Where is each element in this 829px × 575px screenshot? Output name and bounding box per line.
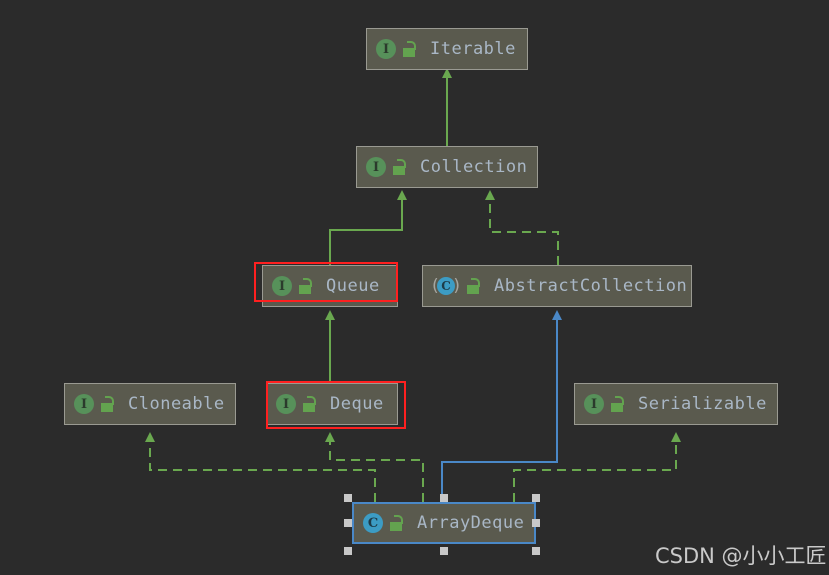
edge-layer	[145, 68, 681, 502]
class-node-cloneable[interactable]: I Cloneable	[64, 383, 236, 425]
abstract-bracket-left: (	[432, 276, 439, 296]
unlocked-padlock-icon	[402, 41, 416, 57]
abstract-bracket-right: )	[453, 276, 460, 296]
interface-icon: I	[366, 157, 386, 177]
resize-handle-3[interactable]	[344, 519, 352, 527]
edge-arraydeque-implements-cloneable[interactable]	[145, 432, 376, 502]
unlocked-padlock-icon	[466, 278, 480, 294]
class-node-label: Deque	[330, 394, 384, 414]
class-node-queue[interactable]: I Queue	[262, 265, 398, 307]
interface-icon: I	[74, 394, 94, 414]
unlocked-padlock-icon	[392, 159, 406, 175]
class-node-deque[interactable]: I Deque	[266, 383, 398, 425]
edge-queue-extends-collection[interactable]	[329, 190, 407, 265]
class-node-iterable[interactable]: I Iterable	[366, 28, 528, 70]
uml-diagram-canvas[interactable]: I Iterable I Collection I Queue(C) AbstractCol…	[0, 0, 829, 575]
class-node-label: AbstractCollection	[494, 276, 688, 296]
resize-handle-2[interactable]	[532, 494, 540, 502]
unlocked-padlock-icon	[389, 515, 403, 531]
class-node-collection[interactable]: I Collection	[356, 146, 538, 188]
unlocked-padlock-icon	[100, 396, 114, 412]
interface-icon: I	[272, 276, 292, 296]
unlocked-padlock-icon	[302, 396, 316, 412]
csdn-watermark: CSDN @小小工匠	[655, 544, 827, 568]
resize-handle-7[interactable]	[532, 547, 540, 555]
class-node-label: Serializable	[638, 394, 767, 414]
resize-handle-6[interactable]	[440, 547, 448, 555]
resize-handle-5[interactable]	[344, 547, 352, 555]
class-node-label: Queue	[326, 276, 380, 296]
class-node-label: Iterable	[430, 39, 516, 59]
interface-icon: I	[584, 394, 604, 414]
class-node-arraydeque[interactable]: C ArrayDeque	[352, 502, 536, 544]
edge-arraydeque-implements-deque[interactable]	[325, 432, 424, 502]
edge-abstractcollection-implements-collection[interactable]	[485, 190, 559, 265]
class-node-label: ArrayDeque	[417, 513, 525, 533]
resize-handle-1[interactable]	[440, 494, 448, 502]
unlocked-padlock-icon	[610, 396, 624, 412]
interface-icon: I	[276, 394, 296, 414]
class-node-label: Collection	[420, 157, 528, 177]
resize-handle-0[interactable]	[344, 494, 352, 502]
resize-handle-4[interactable]	[532, 519, 540, 527]
class-node-label: Cloneable	[128, 394, 225, 414]
edge-arraydeque-extends-abstractcollection[interactable]	[441, 310, 562, 502]
class-icon: C	[437, 277, 455, 295]
abstract-class-icon: (C)	[432, 276, 460, 296]
unlocked-padlock-icon	[298, 278, 312, 294]
interface-icon: I	[376, 39, 396, 59]
edge-arraydeque-implements-serializable[interactable]	[513, 432, 681, 502]
class-node-serializable[interactable]: I Serializable	[574, 383, 778, 425]
class-icon: C	[363, 513, 383, 533]
class-node-abstractcollection[interactable]: (C) AbstractCollection	[422, 265, 692, 307]
